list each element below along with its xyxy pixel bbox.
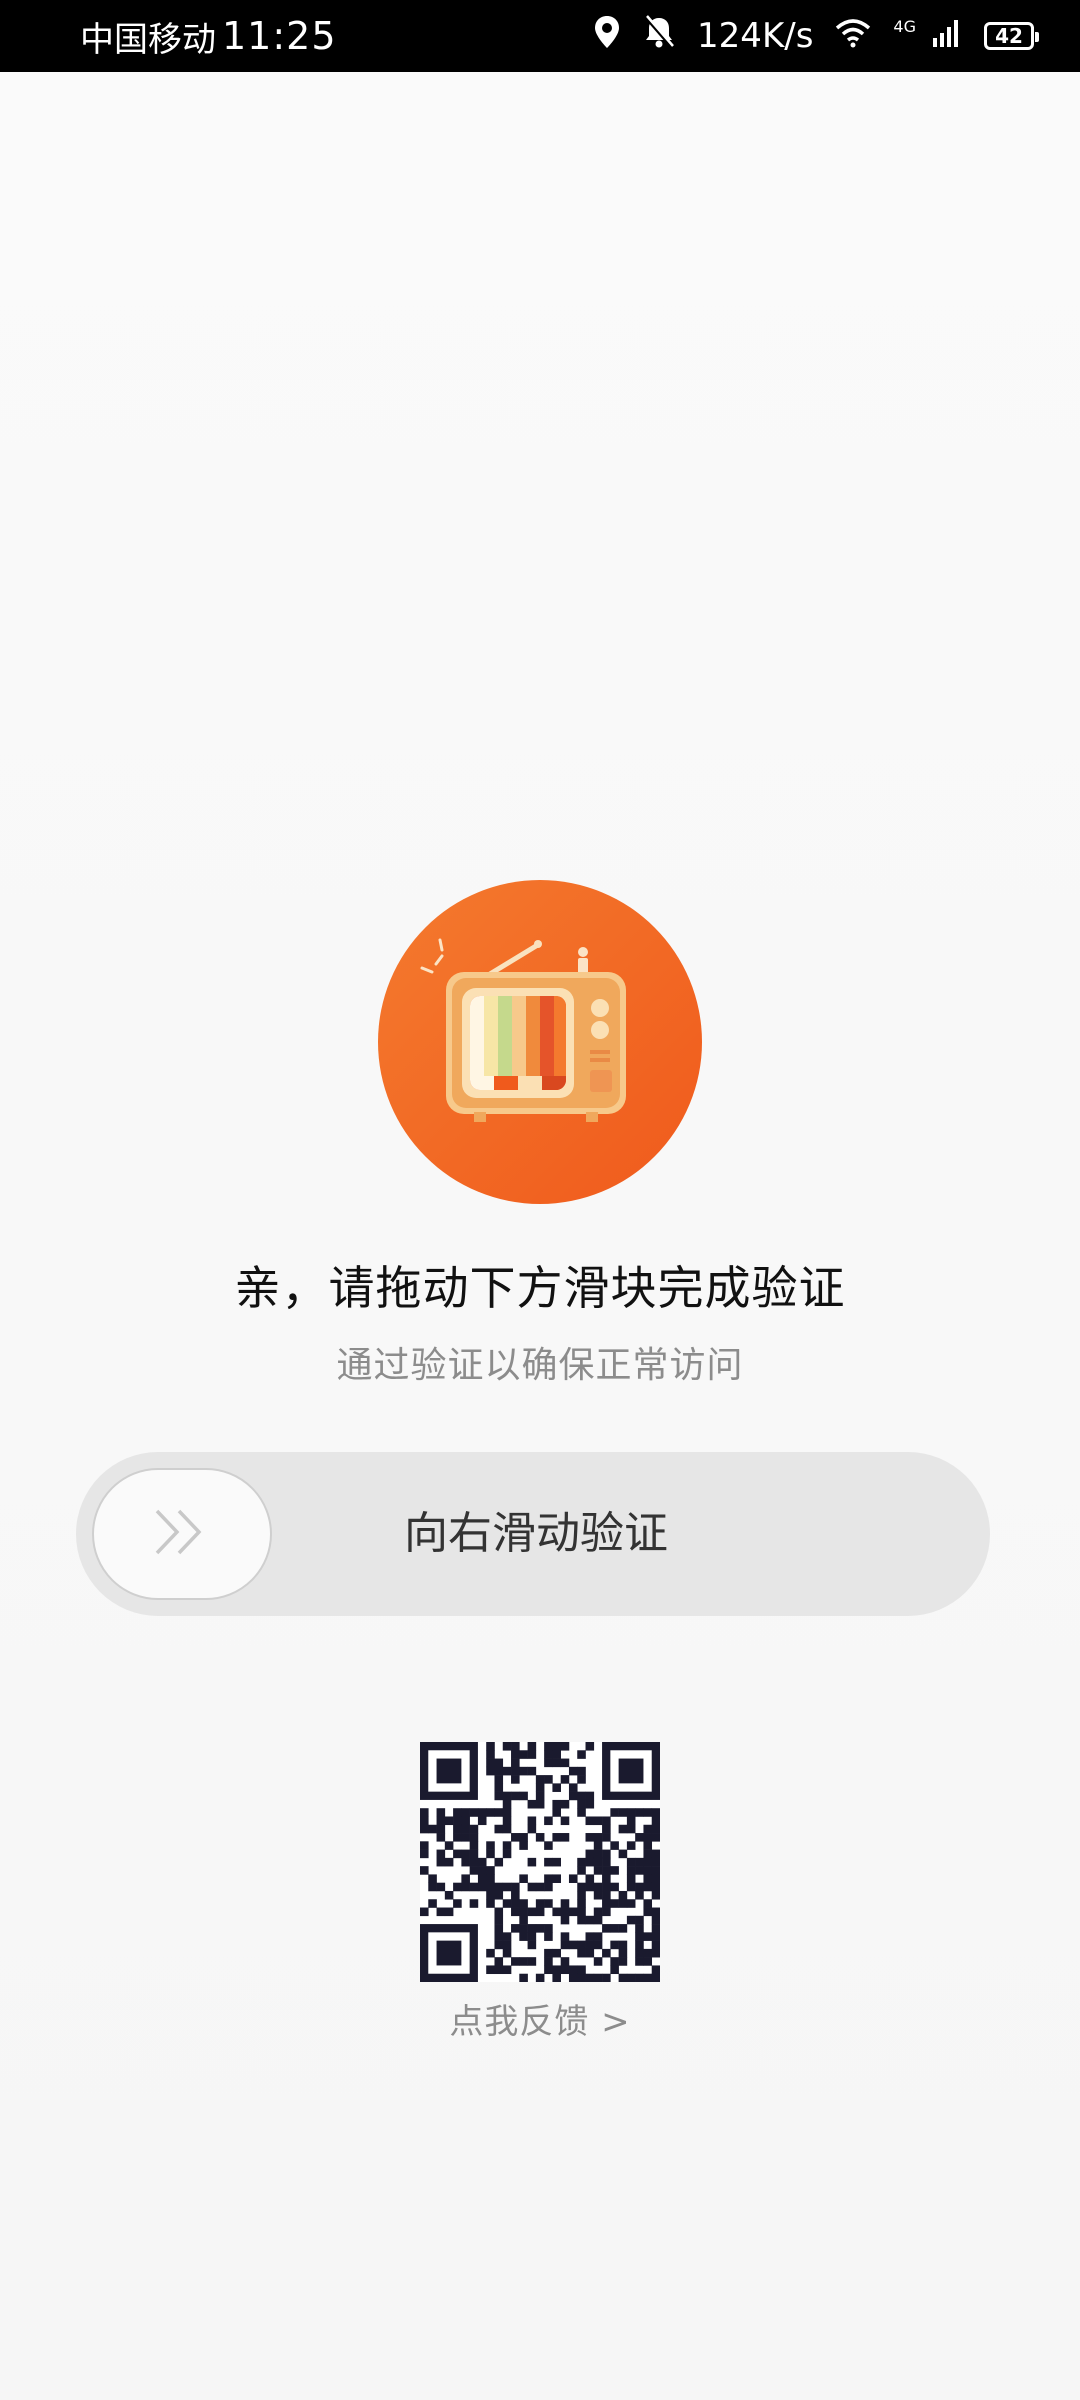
tv-logo-icon <box>378 880 702 1204</box>
slider-handle[interactable] <box>92 1468 272 1600</box>
bell-off-icon <box>643 14 675 58</box>
battery-icon: 42 <box>984 22 1039 50</box>
signal-icon <box>932 16 962 57</box>
status-left: 中国移动 11:25 <box>80 12 337 61</box>
carrier-name: 中国移动 <box>80 19 216 60</box>
verify-subtitle: 通过验证以确保正常访问 <box>336 1345 744 1386</box>
feedback-link[interactable]: 点我反馈 > <box>0 1994 1080 2043</box>
verification-screen: 中国移动 11:25 124K/s 4G 42 亲，请拖动下方滑块完成验证 通过… <box>0 0 1080 2400</box>
wifi-icon <box>835 16 871 57</box>
battery-level: 42 <box>995 24 1023 48</box>
clock-time: 11:25 <box>222 14 337 58</box>
network-speed: 124K/s <box>697 16 814 56</box>
double-chevron-right-icon <box>149 1505 215 1563</box>
location-icon <box>593 15 621 58</box>
status-bar: 中国移动 11:25 124K/s 4G 42 <box>0 0 1080 72</box>
network-type: 4G <box>893 16 916 36</box>
slider-track[interactable]: 向右滑动验证 <box>76 1452 990 1616</box>
status-right: 124K/s 4G 42 <box>593 14 1039 58</box>
verify-title: 亲，请拖动下方滑块完成验证 <box>234 1261 846 1315</box>
qr-code-icon <box>420 1742 661 1983</box>
